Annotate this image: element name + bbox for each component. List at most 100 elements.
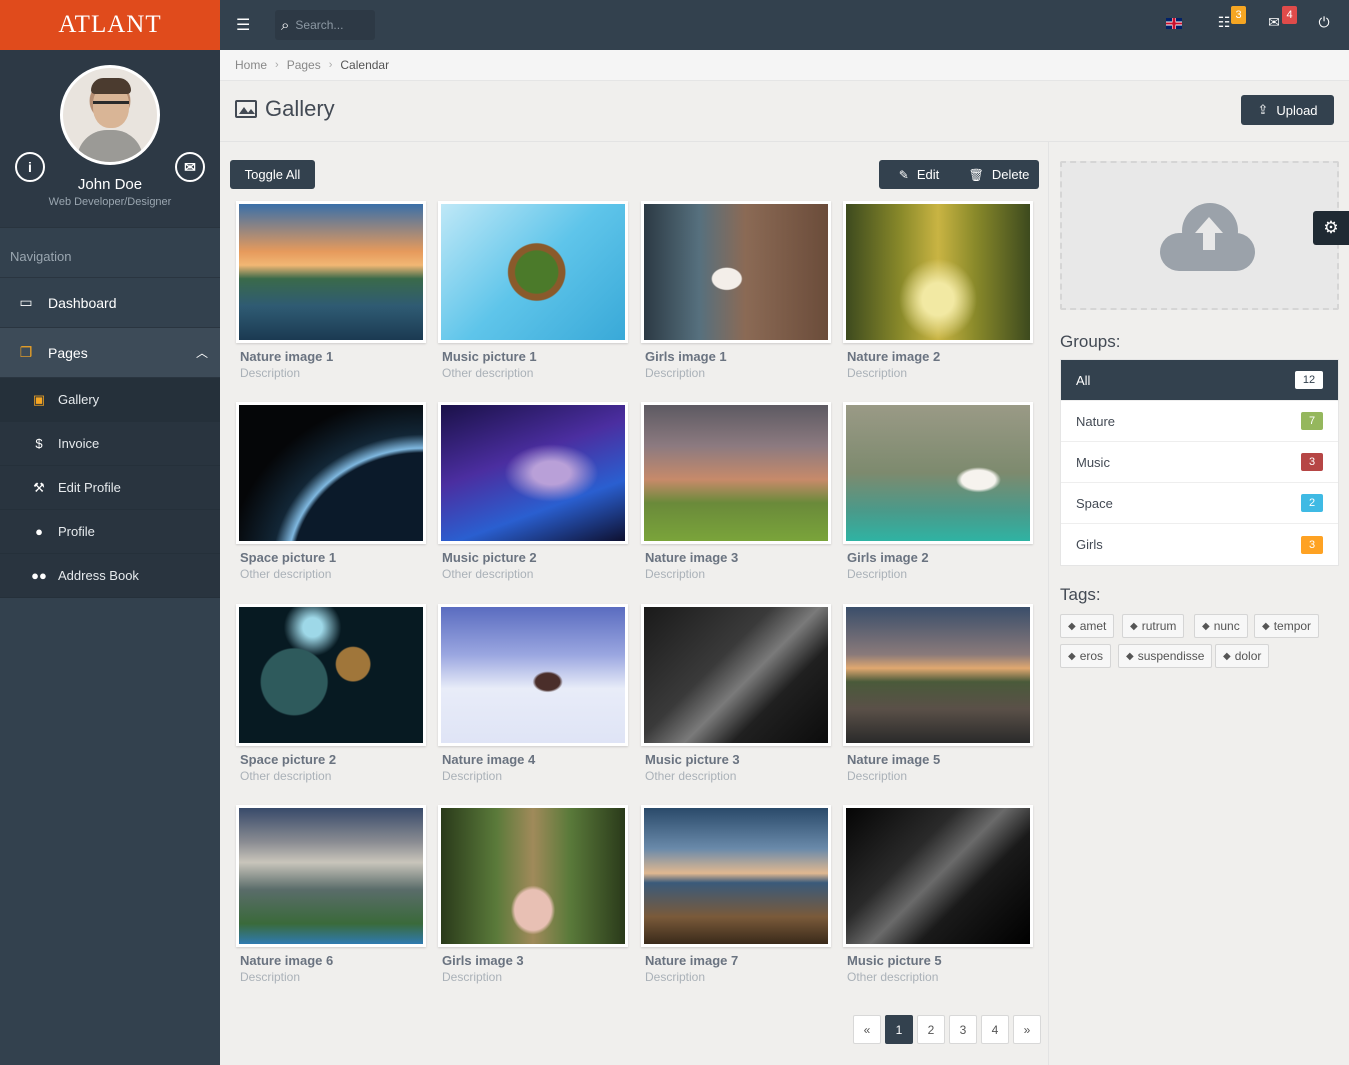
gallery-item[interactable]: Nature image 3 Description <box>641 402 831 581</box>
sidebar-item-address-book[interactable]: ●● Address Book <box>0 554 220 598</box>
gallery-item-title[interactable]: Nature image 7 <box>641 953 831 968</box>
tag-item[interactable]: ◆ rutrum <box>1122 614 1185 638</box>
gallery-item[interactable]: Music picture 1 Other description <box>438 201 628 380</box>
pagination-page[interactable]: 3 <box>949 1015 977 1044</box>
gallery-thumbnail[interactable] <box>438 402 628 544</box>
gallery-thumbnail[interactable] <box>843 604 1033 746</box>
tag-item[interactable]: ◆ nunc <box>1194 614 1248 638</box>
gallery-item[interactable]: Space picture 2 Other description <box>236 604 426 783</box>
search-input[interactable] <box>295 18 356 32</box>
gallery-item[interactable]: Nature image 2 Description <box>843 201 1033 380</box>
gallery-item-title[interactable]: Nature image 6 <box>236 953 426 968</box>
pagination-page[interactable]: 2 <box>917 1015 945 1044</box>
app-logo[interactable]: ATLANT <box>0 0 220 50</box>
gallery-item[interactable]: Girls image 3 Description <box>438 805 628 984</box>
gallery-thumbnail[interactable] <box>641 805 831 947</box>
gallery-item-title[interactable]: Nature image 5 <box>843 752 1033 767</box>
gallery-item-description: Other description <box>847 970 939 984</box>
gallery-thumbnail[interactable] <box>438 604 628 746</box>
tag-item[interactable]: ◆ eros <box>1060 644 1112 668</box>
gallery-item[interactable]: Nature image 1 Description <box>236 201 426 380</box>
group-item-music[interactable]: Music 3 <box>1061 442 1338 483</box>
delete-button[interactable]: 🗑 Delete <box>959 160 1039 189</box>
gallery-thumbnail[interactable] <box>843 402 1033 544</box>
gallery-thumbnail[interactable] <box>438 201 628 343</box>
gallery-item-title[interactable]: Space picture 2 <box>236 752 426 767</box>
upload-dropzone[interactable] <box>1060 161 1339 310</box>
breadcrumb-current: Calendar <box>340 58 390 72</box>
pagination-next[interactable]: » <box>1013 1015 1041 1044</box>
chevron-up-icon: ︿ <box>195 346 208 360</box>
breadcrumb-home[interactable]: Home <box>235 58 267 72</box>
gallery-item[interactable]: Girls image 2 Description <box>843 402 1033 581</box>
gallery-item-title[interactable]: Nature image 3 <box>641 550 831 565</box>
gallery-item[interactable]: Music picture 3 Other description <box>641 604 831 783</box>
gallery-item[interactable]: Space picture 1 Other description <box>236 402 426 581</box>
pagination-page[interactable]: 4 <box>981 1015 1009 1044</box>
group-item-nature[interactable]: Nature 7 <box>1061 401 1338 442</box>
sidebar-item-gallery[interactable]: ▣ Gallery <box>0 378 220 422</box>
gear-icon[interactable]: ⚙ <box>1313 211 1349 245</box>
gallery-thumbnail[interactable] <box>641 201 831 343</box>
group-count-badge: 3 <box>1301 535 1323 554</box>
gallery-item-title[interactable]: Music picture 5 <box>843 953 1033 968</box>
gallery-thumbnail[interactable] <box>236 402 426 544</box>
group-label: Nature <box>1076 413 1116 429</box>
sidebar-item-pages[interactable]: ❐ Pages ︿ <box>0 328 220 378</box>
gallery-thumbnail[interactable] <box>236 604 426 746</box>
breadcrumb-pages[interactable]: Pages <box>287 58 321 72</box>
edit-button[interactable]: ✎ Edit <box>879 160 959 189</box>
gallery-item[interactable]: Music picture 2 Other description <box>438 402 628 581</box>
gallery-thumbnail[interactable] <box>236 201 426 343</box>
toggle-all-button[interactable]: Toggle All <box>230 160 315 189</box>
gallery-item[interactable]: Music picture 5 Other description <box>843 805 1033 984</box>
gallery-item[interactable]: Nature image 4 Description <box>438 604 628 783</box>
gallery-thumbnail[interactable] <box>641 604 831 746</box>
gallery-item-title[interactable]: Nature image 2 <box>843 349 1033 364</box>
gallery-item[interactable]: Nature image 5 Description <box>843 604 1033 783</box>
gallery-item-title[interactable]: Girls image 1 <box>641 349 831 364</box>
gallery-thumbnail[interactable] <box>236 805 426 947</box>
gallery-item-title[interactable]: Girls image 3 <box>438 953 628 968</box>
tag-label: dolor <box>1234 649 1262 663</box>
tag-item[interactable]: ◆ suspendisse <box>1118 644 1213 668</box>
tag-item[interactable]: ◆ dolor <box>1215 644 1270 668</box>
sidebar-item-invoice[interactable]: $ Invoice <box>0 422 220 466</box>
group-item-space[interactable]: Space 2 <box>1061 483 1338 524</box>
gallery-thumbnail[interactable] <box>641 402 831 544</box>
sidebar-item-profile[interactable]: ● Profile <box>0 510 220 554</box>
group-label: Girls <box>1076 537 1103 552</box>
gallery-thumbnail[interactable] <box>843 201 1033 343</box>
tag-item[interactable]: ◆ tempor <box>1254 614 1320 638</box>
avatar[interactable] <box>60 65 160 165</box>
gallery-item-title[interactable]: Space picture 1 <box>236 550 426 565</box>
group-item-girls[interactable]: Girls 3 <box>1061 524 1338 565</box>
gallery-item[interactable]: Girls image 1 Description <box>641 201 831 380</box>
power-icon[interactable]: ⏻ <box>1313 14 1335 36</box>
pagination-page[interactable]: 1 <box>885 1015 913 1044</box>
group-count-badge: 7 <box>1301 412 1323 430</box>
group-item-all[interactable]: All 12 <box>1061 360 1338 401</box>
wrench-icon: ⚒ <box>33 479 45 495</box>
gallery-item-title[interactable]: Nature image 1 <box>236 349 426 364</box>
search-box[interactable]: ⌕ <box>275 10 375 40</box>
delete-label: Delete <box>991 167 1030 182</box>
gallery-item-title[interactable]: Music picture 1 <box>438 349 628 364</box>
uk-flag-icon[interactable] <box>1166 18 1182 29</box>
gallery-item-title[interactable]: Girls image 2 <box>843 550 1033 565</box>
breadcrumb: Home › Pages › Calendar <box>220 50 1349 81</box>
gallery-item-title[interactable]: Nature image 4 <box>438 752 628 767</box>
menu-toggle-icon[interactable]: ☰ <box>236 15 254 35</box>
tag-item[interactable]: ◆ amet <box>1060 614 1115 638</box>
upload-button[interactable]: ⇪ Upload <box>1241 95 1334 125</box>
gallery-item-title[interactable]: Music picture 3 <box>641 752 831 767</box>
gallery-item[interactable]: Nature image 7 Description <box>641 805 831 984</box>
sidebar-item-edit-profile[interactable]: ⚒ Edit Profile <box>0 466 220 510</box>
gallery-thumbnail[interactable] <box>438 805 628 947</box>
sidebar-item-label: Profile <box>58 524 95 539</box>
gallery-item[interactable]: Nature image 6 Description <box>236 805 426 984</box>
sidebar-item-dashboard[interactable]: ▭ Dashboard <box>0 278 220 328</box>
gallery-thumbnail[interactable] <box>843 805 1033 947</box>
gallery-item-title[interactable]: Music picture 2 <box>438 550 628 565</box>
pagination-prev[interactable]: « <box>853 1015 881 1044</box>
